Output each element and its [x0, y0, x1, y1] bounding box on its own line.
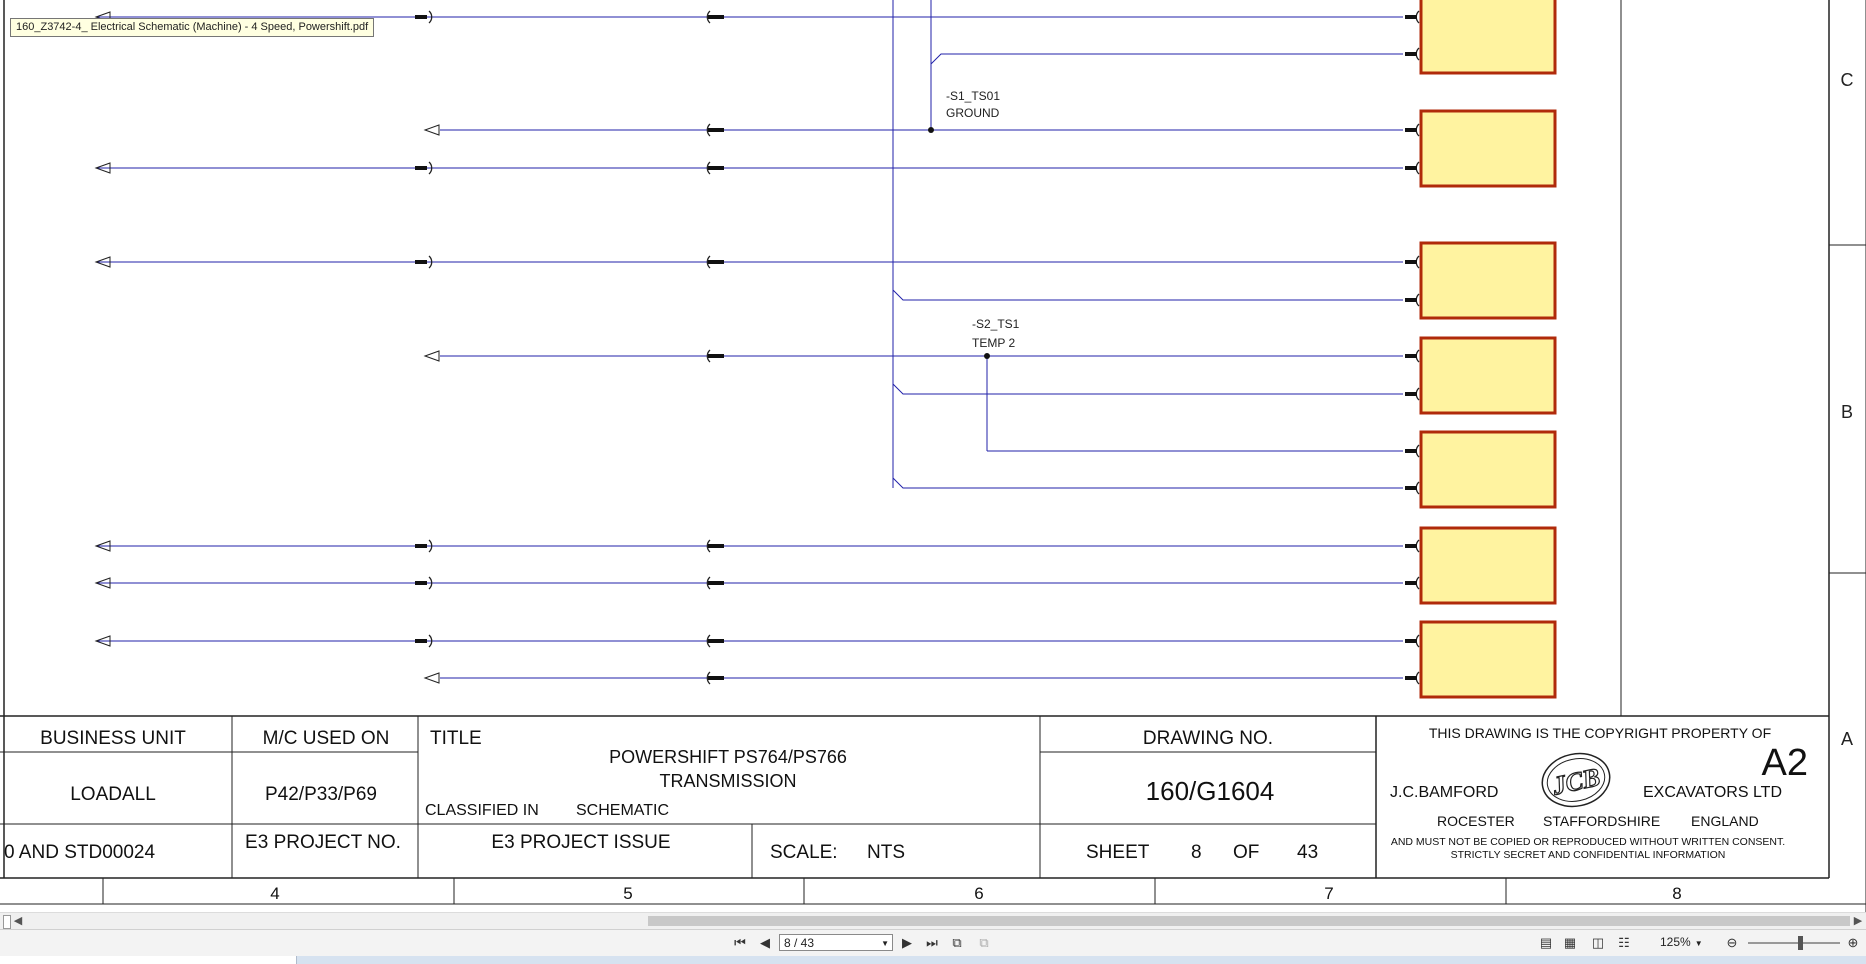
- notice-line-1: AND MUST NOT BE COPIED OR REPRODUCED WIT…: [1391, 836, 1785, 848]
- left-circuit-4-arrow-icon: [423, 350, 440, 362]
- sheets-total: 43: [1297, 842, 1318, 863]
- zoom-level-text: 125%: [1660, 935, 1691, 949]
- wiring-layer: [94, 0, 1557, 699]
- scale-value: NTS: [867, 842, 905, 863]
- taskbar-item[interactable]: [0, 956, 297, 964]
- continuous-facing-view-icon[interactable]: ☷: [1614, 934, 1634, 952]
- row-letter-a: A: [1841, 729, 1853, 749]
- zoom-slider[interactable]: [1748, 936, 1840, 950]
- col-number-5: 5: [623, 884, 632, 903]
- last-page-icon[interactable]: ⏭: [922, 934, 942, 952]
- component-1-box: [1419, 109, 1557, 188]
- previous-page-icon[interactable]: ◀: [755, 934, 775, 952]
- schematic-drawing: C B A -S1_TS01 GROUND -S2_TS1 TEMP 2 BUS…: [0, 0, 1866, 912]
- col-number-8: 8: [1672, 884, 1681, 903]
- jcb-logo-text: JCB: [1549, 762, 1603, 800]
- location-2: STAFFORDSHIRE: [1543, 813, 1660, 829]
- page-number-input[interactable]: 8 / 43 ▼: [779, 934, 893, 951]
- single-page-view-icon[interactable]: ▤: [1536, 934, 1556, 952]
- scrollbar-thumb[interactable]: [648, 916, 1850, 926]
- business-unit-value: LOADALL: [70, 784, 156, 805]
- col-number-7: 7: [1324, 884, 1333, 903]
- title-block: BUSINESS UNIT LOADALL 0 AND STD00024 M/C…: [0, 715, 1866, 905]
- left-circuit-8-arrow-icon: [423, 672, 440, 684]
- first-page-icon[interactable]: ⏮: [730, 934, 750, 952]
- notice-line-2: STRICTLY SECRET AND CONFIDENTIAL INFORMA…: [1451, 849, 1726, 861]
- page-dropdown-icon[interactable]: ▼: [881, 935, 889, 952]
- previous-view-icon[interactable]: ⧉: [947, 934, 967, 952]
- sheet-label: SHEET: [1086, 842, 1150, 863]
- component-6-box: [1419, 620, 1557, 699]
- zoom-slider-knob[interactable]: [1798, 936, 1803, 950]
- zoom-dropdown-icon[interactable]: ▼: [1695, 939, 1703, 948]
- business-unit-label: BUSINESS UNIT: [40, 728, 186, 749]
- sheet-size: A2: [1762, 742, 1808, 784]
- title-line2: TRANSMISSION: [659, 771, 796, 791]
- location-3: ENGLAND: [1691, 813, 1759, 829]
- splice-s1-label: -S1_TS01: [946, 89, 1000, 103]
- row-letter-c: C: [1841, 70, 1854, 90]
- e3-project-no-label: E3 PROJECT NO.: [245, 832, 401, 853]
- copyright-notice: THIS DRAWING IS THE COPYRIGHT PROPERTY O…: [1429, 725, 1771, 741]
- zoom-out-icon[interactable]: ⊖: [1722, 934, 1742, 952]
- title-label: TITLE: [430, 728, 482, 749]
- component-5-box: [1419, 526, 1557, 605]
- scroll-left-arrow-icon[interactable]: ◀: [10, 913, 26, 929]
- splice-s1-dot: [928, 127, 934, 133]
- location-1: ROCESTER: [1437, 813, 1515, 829]
- component-3-box: [1419, 336, 1557, 415]
- company-left: J.C.BAMFORD: [1390, 784, 1498, 801]
- jcb-logo: JCB: [1541, 752, 1611, 808]
- return-circuit-1-wire: [892, 289, 1403, 301]
- scale-label: SCALE:: [770, 842, 838, 863]
- component-2-box: [1419, 241, 1557, 320]
- mc-used-on-value: P42/P33/P69: [265, 784, 377, 805]
- component-4-box: [1419, 430, 1557, 509]
- scroll-right-arrow-icon[interactable]: ▶: [1850, 913, 1866, 929]
- drawing-no-value: 160/G1604: [1146, 776, 1275, 806]
- page-number-text: 8 / 43: [784, 936, 815, 950]
- sheet-number: 8: [1191, 842, 1202, 863]
- classified-value: SCHEMATIC: [576, 802, 669, 819]
- col-number-4: 4: [270, 884, 279, 903]
- file-name-tooltip: 160_Z3742-4_ Electrical Schematic (Machi…: [10, 18, 375, 37]
- classified-label: CLASSIFIED IN: [425, 802, 539, 819]
- left-circuit-1-arrow-icon: [423, 124, 440, 136]
- horizontal-scrollbar[interactable]: ◀ ▶: [0, 912, 1866, 929]
- splice-s2-dot: [984, 353, 990, 359]
- next-page-icon[interactable]: ▶: [897, 934, 917, 952]
- facing-view-icon[interactable]: ◫: [1588, 934, 1608, 952]
- splice-s1-sub: GROUND: [946, 106, 1000, 120]
- zoom-in-icon[interactable]: ⊕: [1843, 934, 1863, 952]
- return-circuit-4-wire: [892, 477, 1403, 489]
- of-label: OF: [1233, 842, 1259, 863]
- splice-s2-sub: TEMP 2: [972, 336, 1015, 350]
- zoom-level[interactable]: 125% ▼: [1660, 935, 1703, 949]
- continuous-view-icon[interactable]: ▦: [1560, 934, 1580, 952]
- return-circuit-0-wire: [930, 53, 1403, 65]
- next-view-icon[interactable]: ⧉: [974, 934, 994, 952]
- drawing-no-label: DRAWING NO.: [1143, 728, 1273, 749]
- title-line1: POWERSHIFT PS764/PS766: [609, 747, 847, 767]
- return-circuit-2-wire: [892, 383, 1403, 395]
- company-right: EXCAVATORS LTD: [1643, 784, 1782, 801]
- taskbar-strip: [0, 956, 1866, 964]
- row-letter-b: B: [1841, 402, 1853, 422]
- viewer-statusbar: ⏮ ◀ 8 / 43 ▼ ▶ ⏭ ⧉ ⧉ ▤ ▦ ◫ ☷ 125% ▼ ⊖ ⊕: [0, 929, 1866, 956]
- col-number-6: 6: [974, 884, 983, 903]
- splice-s2-label: -S2_TS1: [972, 317, 1020, 331]
- component-0-box: [1419, 0, 1557, 75]
- e3-project-issue-label: E3 PROJECT ISSUE: [491, 832, 670, 853]
- std-value: 0 AND STD00024: [4, 842, 155, 863]
- mc-used-on-label: M/C USED ON: [263, 728, 390, 749]
